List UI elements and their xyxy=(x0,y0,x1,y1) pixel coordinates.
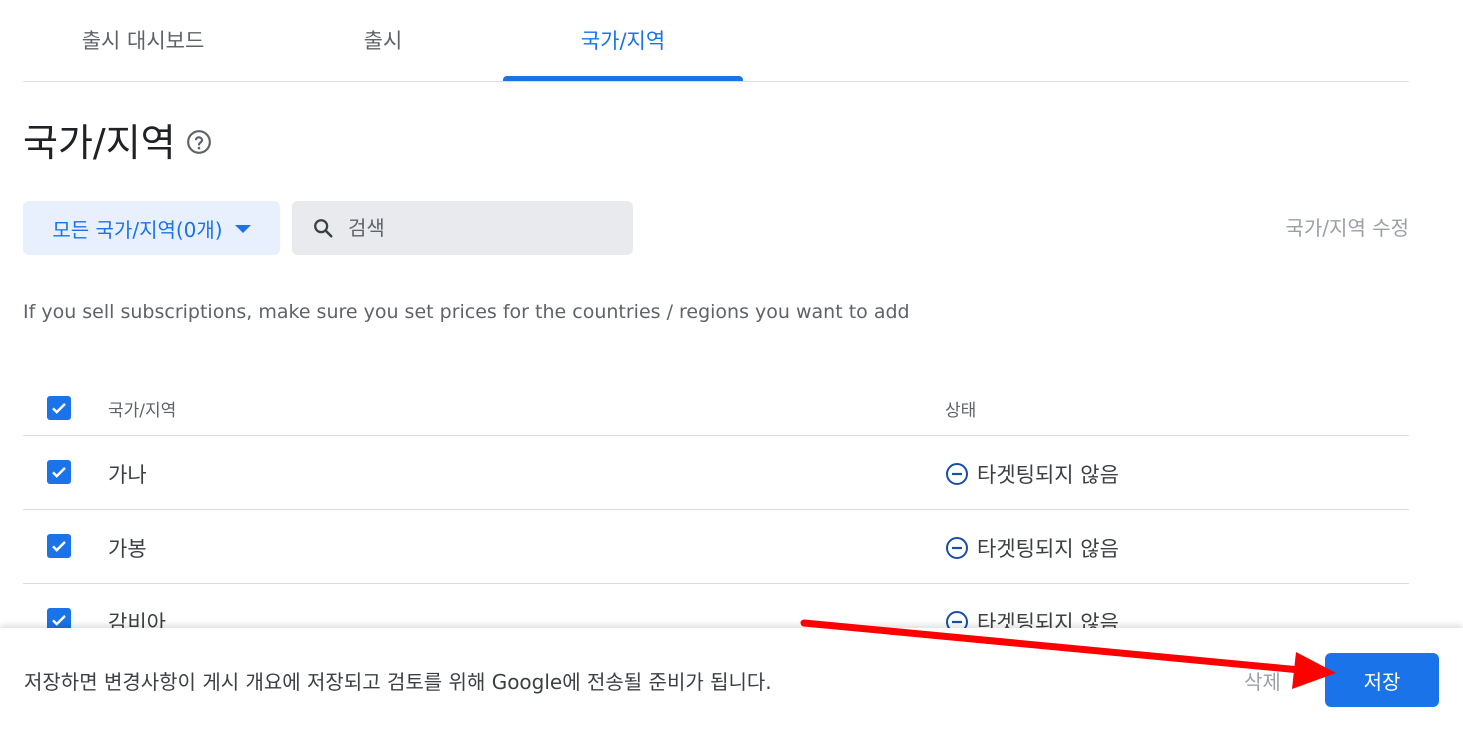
checkmark-icon xyxy=(52,615,66,626)
tab-release[interactable]: 출시 xyxy=(263,0,503,80)
minus-circle-icon xyxy=(946,463,968,485)
column-header-country[interactable]: 국가/지역 xyxy=(108,396,176,421)
search-icon xyxy=(314,219,333,238)
column-header-status[interactable]: 상태 xyxy=(945,396,976,421)
tab-label: 국가/지역 xyxy=(580,29,666,53)
country-name: 가나 xyxy=(108,463,147,487)
save-notice-text: 저장하면 변경사항이 게시 개요에 저장되고 검토를 위해 Google에 전송… xyxy=(24,670,772,694)
country-filter-dropdown[interactable]: 모든 국가/지역(0개) xyxy=(23,201,280,255)
subscription-info-text: If you sell subscriptions, make sure you… xyxy=(23,301,910,323)
filter-label: 모든 국가/지역(0개) xyxy=(52,217,223,242)
tab-label: 출시 대시보드 xyxy=(81,29,205,53)
row-checkbox[interactable] xyxy=(47,460,71,484)
checkmark-icon xyxy=(52,403,66,414)
status-cell: 타겟팅되지 않음 xyxy=(945,459,1119,489)
tab-label: 출시 xyxy=(363,29,403,53)
tab-bar: 출시 대시보드 출시 국가/지역 xyxy=(23,0,1409,82)
save-button[interactable]: 저장 xyxy=(1325,653,1439,707)
page-header: 국가/지역 xyxy=(23,112,212,166)
search-input[interactable] xyxy=(346,215,610,241)
tab-release-dashboard[interactable]: 출시 대시보드 xyxy=(23,0,263,80)
bottom-action-bar: 저장하면 변경사항이 게시 개요에 저장되고 검토를 위해 Google에 전송… xyxy=(0,628,1463,731)
table-row: 가나 타겟팅되지 않음 xyxy=(23,436,1409,510)
status-text: 타겟팅되지 않음 xyxy=(977,537,1119,561)
minus-circle-icon xyxy=(946,537,968,559)
country-name: 가봉 xyxy=(108,537,147,561)
dropdown-arrow-icon xyxy=(234,225,251,233)
search-box[interactable] xyxy=(292,201,633,255)
countries-table: 국가/지역 상태 가나 타겟팅되지 않음 가봉 타겟팅되지 않음 감비아 타겟팅… xyxy=(23,372,1409,658)
edit-countries-link[interactable]: 국가/지역 수정 xyxy=(1286,212,1410,241)
table-header-row: 국가/지역 상태 xyxy=(23,372,1409,436)
checkmark-icon xyxy=(52,541,66,552)
status-cell: 타겟팅되지 않음 xyxy=(945,533,1119,563)
help-icon[interactable] xyxy=(186,129,212,155)
page-title: 국가/지역 xyxy=(23,120,176,165)
row-checkbox[interactable] xyxy=(47,534,71,558)
checkmark-icon xyxy=(52,467,66,478)
select-all-checkbox[interactable] xyxy=(47,396,71,420)
table-row: 가봉 타겟팅되지 않음 xyxy=(23,510,1409,584)
delete-button[interactable]: 삭제 xyxy=(1244,666,1281,695)
tab-countries-regions[interactable]: 국가/지역 xyxy=(503,0,743,81)
status-text: 타겟팅되지 않음 xyxy=(977,463,1119,487)
